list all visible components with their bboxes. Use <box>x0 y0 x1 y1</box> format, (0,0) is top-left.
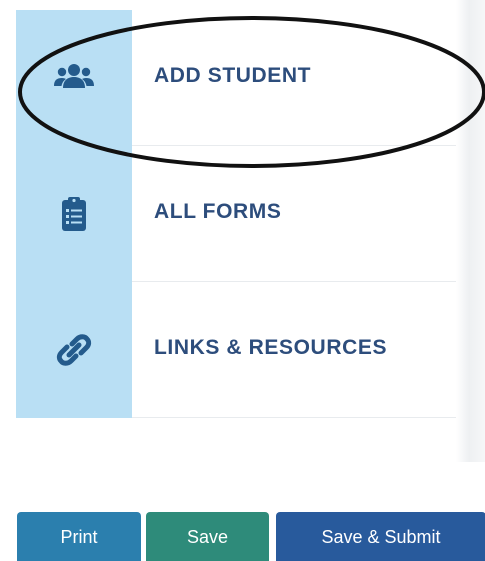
menu-icon-cell <box>16 282 132 418</box>
print-button[interactable]: Print <box>17 512 141 561</box>
menu-label-cell: LINKS & RESOURCES <box>132 282 456 418</box>
save-and-submit-button[interactable]: Save & Submit <box>276 512 485 561</box>
users-icon <box>54 64 94 88</box>
menu-icon-cell <box>16 10 132 146</box>
main-menu: ADD STUDENT ALL FORMS LINKS & RESOURCES <box>16 10 456 418</box>
right-edge-shadow <box>456 0 485 462</box>
menu-item-label: LINKS & RESOURCES <box>154 336 388 359</box>
menu-item-links-resources[interactable]: LINKS & RESOURCES <box>16 282 456 418</box>
page: ADD STUDENT ALL FORMS LINKS & RESOURCES … <box>0 0 485 561</box>
menu-item-label: ADD STUDENT <box>154 64 312 87</box>
menu-icon-cell <box>16 146 132 282</box>
menu-label-cell: ALL FORMS <box>132 146 456 282</box>
clipboard-list-icon <box>62 197 86 231</box>
save-button[interactable]: Save <box>146 512 269 561</box>
link-icon <box>56 334 92 366</box>
menu-label-cell: ADD STUDENT <box>132 10 456 146</box>
menu-item-all-forms[interactable]: ALL FORMS <box>16 146 456 282</box>
menu-item-label: ALL FORMS <box>154 200 282 223</box>
menu-item-add-student[interactable]: ADD STUDENT <box>16 10 456 146</box>
form-action-bar: Print Save Save & Submit <box>17 512 485 561</box>
